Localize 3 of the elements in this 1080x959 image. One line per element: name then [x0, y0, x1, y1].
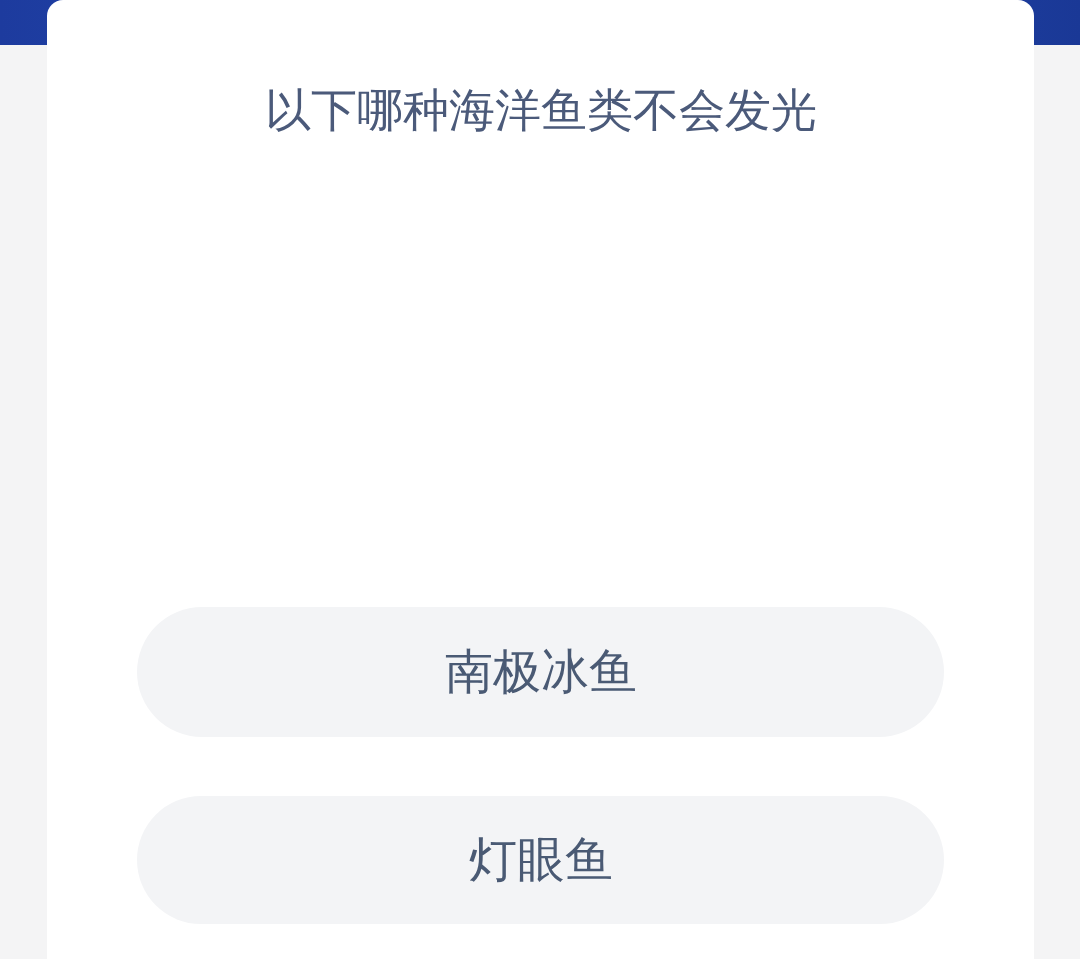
question-text: 以下哪种海洋鱼类不会发光 [263, 82, 818, 139]
answer-option[interactable]: 南极冰鱼 [137, 607, 944, 737]
answer-option[interactable]: 灯眼鱼 [137, 796, 944, 924]
